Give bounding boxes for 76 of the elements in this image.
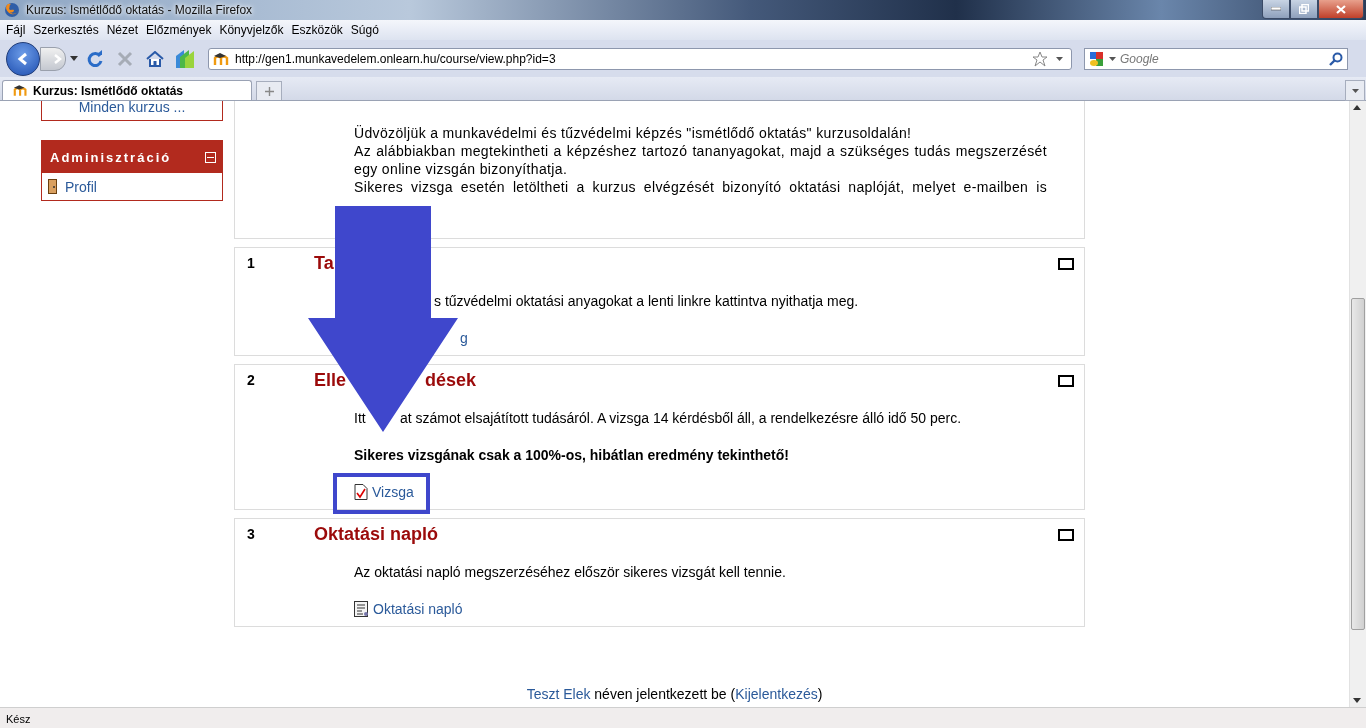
dropdown-icon[interactable] bbox=[1056, 56, 1063, 61]
section-text: Sikeres vizsgának csak a 100%-os, hibátlan eredmény tekinthető! bbox=[354, 446, 789, 464]
parenthesis-text: ( bbox=[730, 686, 736, 702]
scroll-up-icon[interactable] bbox=[1353, 105, 1361, 110]
minimize-icon bbox=[1271, 7, 1281, 11]
close-button[interactable] bbox=[1318, 0, 1364, 19]
login-info-text: néven jelentkezett be bbox=[594, 686, 727, 702]
stop-icon bbox=[117, 50, 133, 67]
tab-list-button[interactable] bbox=[1345, 80, 1365, 101]
status-text: Kész bbox=[6, 713, 31, 725]
intro-paragraph: Üdvözöljük a munkavédelmi és tűzvédelmi képzés "ismétlődő oktatás" kurzusoldalán! bbox=[354, 124, 913, 142]
search-box[interactable]: Google bbox=[1084, 47, 1348, 70]
activity-link[interactable]: Oktatási napló bbox=[373, 600, 463, 618]
scrollbar[interactable] bbox=[1349, 101, 1366, 707]
firefox-logo-icon bbox=[4, 2, 20, 18]
section-toggle-icon[interactable] bbox=[1058, 529, 1074, 541]
menu-item[interactable]: Súgó bbox=[346, 23, 383, 37]
dropdown-icon bbox=[1351, 88, 1359, 93]
section-text: at számot elsajátított tudásáról. A vizsga 14 kérdésből áll, a rendelkezésre álló idő 50 perc. bbox=[400, 409, 962, 427]
menu-item[interactable]: Nézet bbox=[102, 23, 143, 37]
section-number: 3 bbox=[246, 525, 256, 544]
collapse-button[interactable] bbox=[205, 151, 216, 163]
checked-document-icon bbox=[354, 484, 368, 500]
new-tab-button[interactable] bbox=[256, 81, 282, 100]
history-dropdown-icon[interactable] bbox=[70, 56, 78, 61]
stacked-pages-icon bbox=[174, 47, 196, 70]
browser-tab[interactable]: Kurzus: Ismétlődő oktatás bbox=[2, 80, 252, 100]
section-title: Ta bbox=[314, 252, 334, 274]
section-title: Elle bbox=[314, 369, 347, 391]
sidebar-link[interactable]: Profil bbox=[65, 178, 97, 195]
address-bar[interactable]: http://gen1.munkavedelem.onlearn.hu/course/view.php?id=3 bbox=[208, 47, 1072, 70]
star-icon[interactable] bbox=[1032, 50, 1048, 67]
window-title: Kurzus: Ismétlődő oktatás - Mozilla Firefox bbox=[26, 3, 253, 17]
activity-link[interactable]: Vizsga bbox=[372, 483, 414, 501]
search-engine-icon[interactable] bbox=[1089, 50, 1105, 67]
intro-paragraph: Sikeres vizsga esetén letöltheti a kurzus elvégzését bizonyító oktatási naplóját, melyet e-mailben is bbox=[354, 178, 1047, 196]
parenthesis-text: ) bbox=[817, 686, 823, 702]
search-field[interactable]: Google bbox=[1116, 51, 1329, 66]
menu-item[interactable]: Előzmények bbox=[142, 23, 216, 37]
reload-icon bbox=[86, 49, 104, 68]
scrollbar-thumb[interactable] bbox=[1351, 298, 1365, 630]
restore-icon bbox=[1299, 4, 1309, 14]
intro-paragraph: Az alábbiakban megtekintheti a képzéshez tartozó tananyagokat, majd a szükséges tudás megszerzését egy online vizsgán bizonyíthatja. bbox=[354, 142, 1047, 178]
user-link[interactable]: Teszt Elek bbox=[526, 686, 591, 702]
section-title: dések bbox=[425, 369, 477, 391]
section-text: Az oktatási napló megszerzéséhez először sikeres vizsgát kell tennie. bbox=[354, 563, 786, 581]
section-toggle-icon[interactable] bbox=[1058, 375, 1074, 387]
address-field[interactable]: http://gen1.munkavedelem.onlearn.hu/course/view.php?id=3 bbox=[231, 51, 1032, 66]
section-text: s tűzvédelmi oktatási anyagokat a lenti linkre kattintva nyithatja meg. bbox=[434, 292, 859, 310]
menu-item[interactable]: Fájl bbox=[2, 23, 30, 37]
sidebar-link[interactable]: Minden kurzus ... bbox=[78, 101, 186, 116]
search-icon[interactable] bbox=[1329, 51, 1343, 66]
restore-button[interactable] bbox=[1290, 0, 1318, 19]
section-number: 1 bbox=[246, 254, 256, 273]
menu-item[interactable]: Szerkesztés bbox=[29, 23, 103, 37]
minus-icon bbox=[207, 156, 214, 158]
section-text: Itt bbox=[354, 409, 366, 427]
back-button[interactable] bbox=[6, 41, 40, 76]
block-title: Adminisztráció bbox=[50, 149, 172, 165]
menu-item[interactable]: Könyvjelzők bbox=[215, 23, 288, 37]
section-toggle-icon[interactable] bbox=[1058, 258, 1074, 270]
dropdown-icon[interactable] bbox=[1109, 56, 1116, 61]
scroll-down-icon[interactable] bbox=[1353, 698, 1361, 703]
document-icon bbox=[354, 601, 369, 617]
logout-link[interactable]: Kijelentkezés bbox=[735, 686, 818, 702]
section-title: Oktatási napló bbox=[314, 523, 439, 545]
door-icon bbox=[48, 179, 57, 194]
minimize-button[interactable] bbox=[1262, 0, 1290, 19]
home-icon bbox=[146, 50, 164, 67]
close-icon bbox=[1336, 4, 1346, 14]
plus-icon bbox=[264, 86, 274, 96]
activity-link[interactable]: g bbox=[460, 329, 468, 347]
menu-item[interactable]: Eszközök bbox=[287, 23, 347, 37]
site-icon bbox=[13, 84, 29, 97]
site-icon bbox=[213, 51, 231, 66]
section-number: 2 bbox=[246, 371, 256, 390]
